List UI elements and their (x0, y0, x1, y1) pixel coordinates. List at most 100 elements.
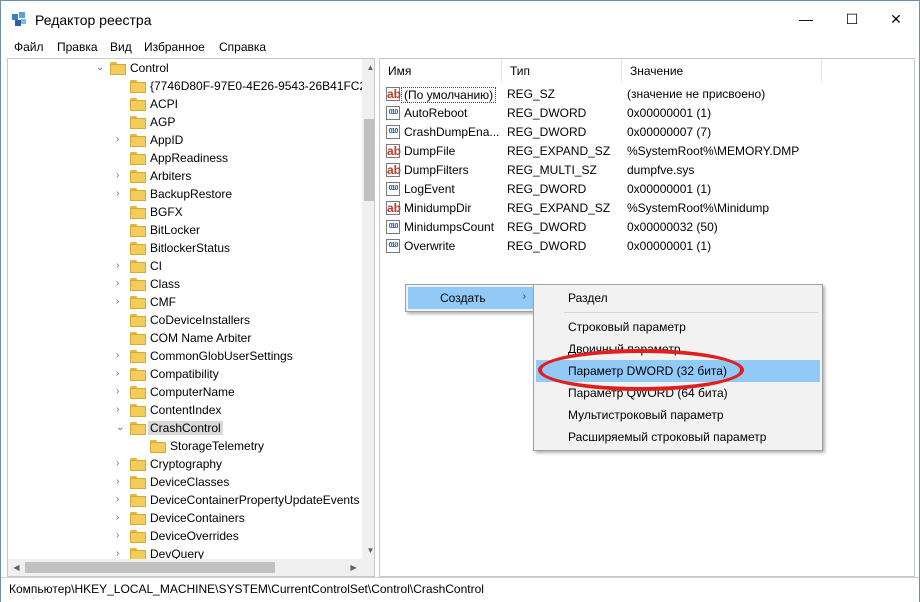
tree-node[interactable]: ACPI (8, 96, 374, 114)
value-row[interactable]: 010 LogEvent REG_DWORD 0x00000001 (1) (380, 180, 914, 199)
tree-node[interactable]: › DeviceContainerPropertyUpdateEvents (8, 492, 374, 510)
value-data: %SystemRoot%\MEMORY.DMP (627, 144, 800, 158)
menu-view[interactable]: Вид (110, 40, 132, 54)
tree-node[interactable]: › DeviceClasses (8, 474, 374, 492)
close-button[interactable]: ✕ (873, 1, 919, 37)
tree-horizontal-scrollbar[interactable]: ◀ ▶ (8, 559, 362, 576)
column-header-name[interactable]: Имя (380, 59, 502, 83)
expand-chevron-icon[interactable]: › (116, 369, 126, 379)
tree-node[interactable]: › DeviceContainers (8, 510, 374, 528)
expand-chevron-icon[interactable]: › (116, 495, 126, 505)
tree-node[interactable]: {7746D80F-97E0-4E26-9543-26B41FC22F (8, 78, 374, 96)
submenu-item[interactable]: Раздел (536, 287, 820, 309)
expand-chevron-icon[interactable]: › (116, 477, 126, 487)
column-header-type[interactable]: Тип (502, 59, 622, 83)
folder-icon (130, 386, 146, 399)
scroll-thumb[interactable] (364, 119, 374, 201)
folder-icon (130, 152, 146, 165)
expand-chevron-icon[interactable]: › (116, 351, 126, 361)
expand-chevron-icon[interactable]: › (116, 297, 126, 307)
value-row[interactable]: ab DumpFilters REG_MULTI_SZ dumpfve.sys (380, 161, 914, 180)
submenu-item[interactable]: Параметр QWORD (64 бита) (536, 382, 820, 404)
scroll-up-icon[interactable]: ▲ (362, 59, 374, 76)
value-type: REG_EXPAND_SZ (507, 201, 611, 215)
expand-chevron-icon[interactable]: › (116, 279, 126, 289)
value-row[interactable]: ab (По умолчанию) REG_SZ (значение не присв… (380, 85, 914, 104)
folder-icon (130, 422, 146, 435)
scroll-left-icon[interactable]: ◀ (8, 559, 25, 576)
tree-node-label: CommonGlobUserSettings (150, 349, 293, 363)
folder-icon (130, 188, 146, 201)
tree-node[interactable]: › CMF (8, 294, 374, 312)
tree-node[interactable]: AGP (8, 114, 374, 132)
menu-file[interactable]: Файл (14, 40, 44, 54)
tree-node[interactable]: › CommonGlobUserSettings (8, 348, 374, 366)
tree-node[interactable]: › Class (8, 276, 374, 294)
tree-node[interactable]: › ComputerName (8, 384, 374, 402)
submenu-item[interactable]: Параметр DWORD (32 бита) (536, 360, 820, 382)
value-row[interactable]: 010 Overwrite REG_DWORD 0x00000001 (1) (380, 237, 914, 256)
tree-node[interactable]: › CI (8, 258, 374, 276)
tree-node[interactable]: ⌄ Control (8, 60, 374, 78)
tree-node[interactable]: › Compatibility (8, 366, 374, 384)
menu-separator (564, 312, 818, 313)
scroll-down-icon[interactable]: ▼ (362, 542, 374, 559)
hscroll-thumb[interactable] (25, 562, 275, 573)
tree-node[interactable]: BitLocker (8, 222, 374, 240)
tree-node-label: {7746D80F-97E0-4E26-9543-26B41FC22F (150, 79, 375, 93)
submenu-item[interactable]: Мультистроковый параметр (536, 404, 820, 426)
submenu-item-label: Расширяемый строковый параметр (568, 430, 767, 444)
collapse-chevron-icon[interactable]: ⌄ (116, 423, 126, 433)
tree-node[interactable]: AppReadiness (8, 150, 374, 168)
submenu-item[interactable]: Строковый параметр (536, 316, 820, 338)
tree-node-label: Control (130, 61, 169, 75)
expand-chevron-icon[interactable]: › (116, 531, 126, 541)
tree-node[interactable]: › BackupRestore (8, 186, 374, 204)
value-row[interactable]: 010 CrashDumpEna... REG_DWORD 0x00000007 (7… (380, 123, 914, 142)
expand-chevron-icon[interactable]: › (116, 405, 126, 415)
tree-node[interactable]: › Arbiters (8, 168, 374, 186)
tree-node[interactable]: › ContentIndex (8, 402, 374, 420)
value-row[interactable]: 010 MinidumpsCount REG_DWORD 0x00000032 (50… (380, 218, 914, 237)
value-row[interactable]: 010 AutoReboot REG_DWORD 0x00000001 (1) (380, 104, 914, 123)
tree-vertical-scrollbar[interactable]: ▲ ▼ (362, 59, 374, 559)
expand-chevron-icon[interactable]: › (116, 387, 126, 397)
folder-icon (130, 368, 146, 381)
expand-chevron-icon[interactable]: › (116, 459, 126, 469)
tree-node-label: CoDeviceInstallers (150, 313, 251, 327)
expand-chevron-icon[interactable]: › (116, 189, 126, 199)
tree-node-label: StorageTelemetry (170, 439, 265, 453)
tree-node[interactable]: › AppID (8, 132, 374, 150)
tree-node[interactable]: COM Name Arbiter (8, 330, 374, 348)
tree-node[interactable]: › Cryptography (8, 456, 374, 474)
tree-node[interactable]: BitlockerStatus (8, 240, 374, 258)
context-create-item[interactable]: Создать › (408, 287, 534, 309)
expand-chevron-icon[interactable]: › (116, 135, 126, 145)
value-row[interactable]: ab DumpFile REG_EXPAND_SZ %SystemRoot%\MEMO… (380, 142, 914, 161)
key-tree-pane[interactable]: ⌄ Control {7746D80F-97E0-4E26-9543-26B41FC… (7, 58, 375, 577)
column-header-value[interactable]: Значение (622, 59, 822, 83)
expand-chevron-icon[interactable]: › (116, 513, 126, 523)
submenu-item[interactable]: Расширяемый строковый параметр (536, 426, 820, 448)
expand-chevron-icon[interactable]: › (116, 171, 126, 181)
expand-chevron-icon[interactable]: › (116, 261, 126, 271)
binary-value-icon: 010 (386, 182, 400, 196)
menu-favorites[interactable]: Избранное (144, 40, 205, 54)
expand-chevron-icon[interactable]: › (116, 549, 126, 559)
tree-node-label: AGP (150, 115, 176, 129)
value-data: dumpfve.sys (627, 163, 695, 177)
menu-help[interactable]: Справка (219, 40, 266, 54)
tree-node[interactable]: BGFX (8, 204, 374, 222)
value-row[interactable]: ab MinidumpDir REG_EXPAND_SZ %SystemRoot%\M… (380, 199, 914, 218)
tree-node[interactable]: CoDeviceInstallers (8, 312, 374, 330)
minimize-button[interactable]: — (783, 1, 829, 37)
menu-edit[interactable]: Правка (57, 40, 98, 54)
tree-node[interactable]: › DeviceOverrides (8, 528, 374, 546)
submenu-item[interactable]: Двоичный параметр (536, 338, 820, 360)
tree-node[interactable]: ⌄ CrashControl (8, 420, 374, 438)
folder-icon (130, 224, 146, 237)
collapse-chevron-icon[interactable]: ⌄ (96, 63, 106, 73)
tree-node[interactable]: StorageTelemetry (8, 438, 374, 456)
window-title: Редактор реестра (35, 12, 152, 28)
maximize-button[interactable]: ☐ (829, 1, 875, 37)
